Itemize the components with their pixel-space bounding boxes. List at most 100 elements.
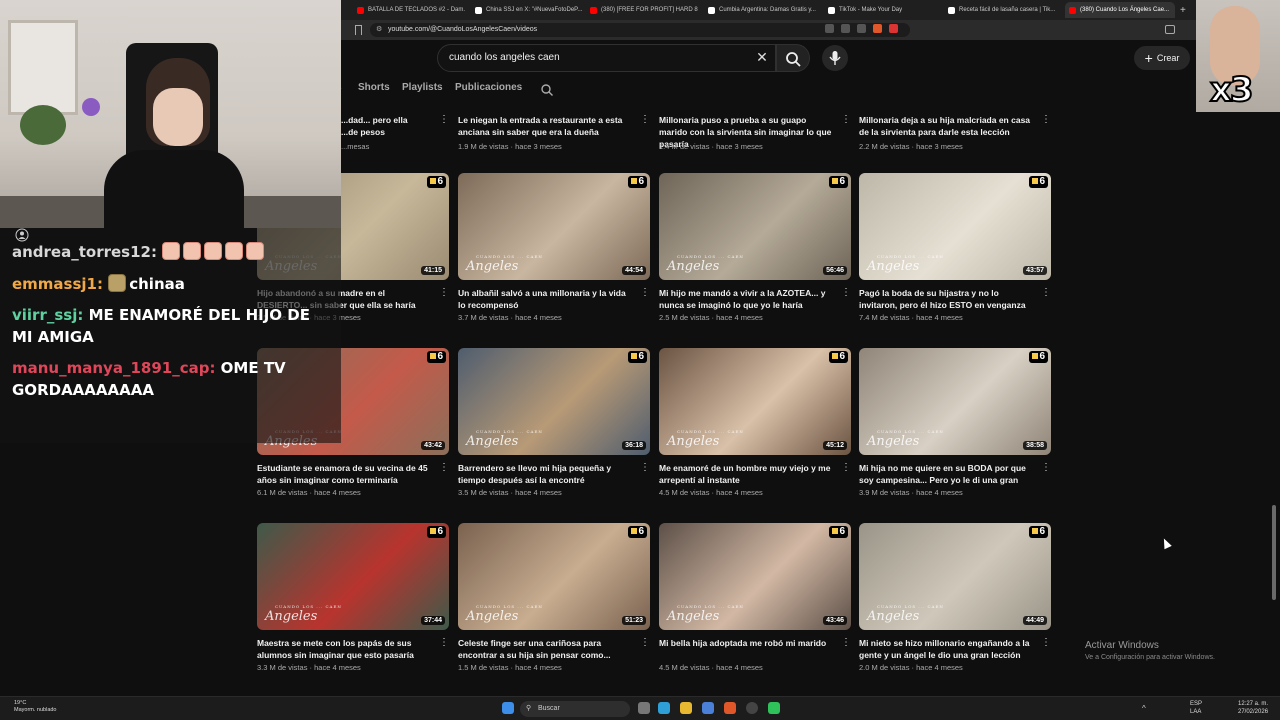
video-title[interactable]: Celeste finge ser una cariñosa para enco… xyxy=(458,637,634,661)
voice-search-button[interactable] xyxy=(822,45,848,71)
windows-start-icon[interactable] xyxy=(502,702,514,714)
browser-tab[interactable]: (380) [FREE FOR PROFIT] HARD 8... xyxy=(590,2,698,18)
video-card[interactable]: CUANDO LOS ... CAEN Angeles 6 45:12 Me enamo… xyxy=(659,348,851,498)
video-thumbnail[interactable]: CUANDO LOS ... CAEN Angeles 6 56:46 xyxy=(659,173,851,280)
video-card[interactable]: CUANDO LOS ... CAEN Angeles 6 43:46 Mi bella… xyxy=(659,523,851,673)
video-card[interactable]: CUANDO LOS ... CAEN Angeles 6 44:54 Un albañ… xyxy=(458,173,650,323)
browser-tab[interactable]: Cumbia Argentina: Damas Gratis y... xyxy=(708,2,816,18)
video-card[interactable]: CUANDO LOS ... CAEN Angeles 6 44:49 Mi nieto… xyxy=(859,523,1051,673)
video-menu-icon[interactable]: ⋮ xyxy=(841,287,851,299)
video-title[interactable]: Barrendero se llevo mi hija pequeña y ti… xyxy=(458,462,634,486)
clear-search-icon[interactable]: ✕ xyxy=(754,48,770,66)
chat-username[interactable]: manu_manya_1891_cap: xyxy=(12,359,215,377)
badge-count: 6 xyxy=(437,526,443,537)
video-menu-icon[interactable]: ⋮ xyxy=(640,637,650,649)
video-card[interactable]: CUANDO LOS ... CAEN Angeles 6 36:18 Barrende… xyxy=(458,348,650,498)
video-card[interactable]: CUANDO LOS ... CAEN Angeles 6 51:23 Celeste … xyxy=(458,523,650,673)
chat-username[interactable]: emmassj1: xyxy=(12,275,103,293)
video-card[interactable]: CUANDO LOS ... CAEN Angeles 6 38:58 Mi hija … xyxy=(859,348,1051,498)
browser-tab[interactable]: Receta fácil de lasaña casera | Tik... xyxy=(948,2,1056,18)
tray-chevron-icon[interactable]: ^ xyxy=(1142,704,1146,713)
tab-shorts[interactable]: Shorts xyxy=(358,82,390,93)
video-menu-icon[interactable]: ⋮ xyxy=(841,114,851,125)
chat-username[interactable]: viirr_ssj: xyxy=(12,306,83,324)
zoom-icon[interactable] xyxy=(825,24,834,33)
taskbar-clock[interactable]: 12:27 a. m. 27/02/2026 xyxy=(1238,700,1268,716)
video-card[interactable]: CUANDO LOS ... CAEN Angeles 6 43:57 Pagó la … xyxy=(859,173,1051,323)
video-menu-icon[interactable]: ⋮ xyxy=(1041,287,1051,299)
video-thumbnail[interactable]: CUANDO LOS ... CAEN Angeles 6 45:12 xyxy=(659,348,851,455)
video-duration: 44:49 xyxy=(1023,616,1047,625)
store-icon[interactable] xyxy=(702,702,714,714)
video-title[interactable]: Un albañil salvó a una millonaria y la v… xyxy=(458,287,634,311)
video-menu-icon[interactable]: ⋮ xyxy=(1041,462,1051,474)
screenshot-icon[interactable] xyxy=(841,24,850,33)
video-thumbnail[interactable]: CUANDO LOS ... CAEN Angeles 6 38:58 xyxy=(859,348,1051,455)
badge-icon xyxy=(832,178,839,184)
obs-icon[interactable] xyxy=(746,702,758,714)
create-button[interactable]: + Crear xyxy=(1134,46,1190,70)
brave-shield-icon[interactable] xyxy=(873,24,882,33)
video-thumbnail[interactable]: CUANDO LOS ... CAEN Angeles 6 51:23 xyxy=(458,523,650,630)
browser-tab[interactable]: BATALLA DE TECLADOS #2 - Dam... xyxy=(357,2,465,18)
video-card[interactable]: CUANDO LOS ... CAEN Angeles 6 37:44 Maestra … xyxy=(257,523,449,673)
video-menu-icon[interactable]: ⋮ xyxy=(640,114,650,125)
taskbar-app-icon[interactable] xyxy=(680,702,692,714)
tab-publicaciones[interactable]: Publicaciones xyxy=(455,82,522,93)
taskbar-green-app-icon[interactable] xyxy=(768,702,780,714)
tab-favicon-icon xyxy=(590,6,597,14)
chapter-badge: 6 xyxy=(1029,176,1048,188)
rewards-icon[interactable] xyxy=(889,24,898,33)
taskbar-search[interactable]: ⚲ Buscar xyxy=(520,701,630,717)
video-menu-icon[interactable]: ⋮ xyxy=(640,287,650,299)
video-title[interactable]: Le niegan la entrada a restaurante a est… xyxy=(458,114,634,138)
video-menu-icon[interactable]: ⋮ xyxy=(1041,637,1051,649)
chapter-badge: 6 xyxy=(628,526,647,538)
share-icon[interactable] xyxy=(857,24,866,33)
video-thumbnail[interactable]: CUANDO LOS ... CAEN Angeles 6 44:54 xyxy=(458,173,650,280)
video-menu-icon[interactable]: ⋮ xyxy=(841,637,851,649)
new-tab-button[interactable]: + xyxy=(1180,2,1186,18)
chat-username[interactable]: andrea_torres12: xyxy=(12,243,157,261)
video-menu-icon[interactable]: ⋮ xyxy=(439,287,449,299)
video-title[interactable]: Millonaria deja a su hija malcriada en c… xyxy=(859,114,1035,138)
video-thumbnail[interactable]: CUANDO LOS ... CAEN Angeles 6 36:18 xyxy=(458,348,650,455)
streamer-body xyxy=(104,150,244,228)
video-thumbnail[interactable]: CUANDO LOS ... CAEN Angeles 6 43:46 xyxy=(659,523,851,630)
video-title[interactable]: Mi hijo me mandó a vivir a la AZOTEA... … xyxy=(659,287,835,311)
video-menu-icon[interactable]: ⋮ xyxy=(439,462,449,474)
task-view-icon[interactable] xyxy=(638,702,650,714)
video-title[interactable]: Pagó la boda de su hijastra y no lo invi… xyxy=(859,287,1035,311)
video-title[interactable]: Estudiante se enamora de su vecina de 45… xyxy=(257,462,433,486)
edge-icon[interactable] xyxy=(658,702,670,714)
video-menu-icon[interactable]: ⋮ xyxy=(439,637,449,649)
tab-playlists[interactable]: Playlists xyxy=(402,82,443,93)
channel-search-icon[interactable] xyxy=(540,83,554,97)
video-thumbnail[interactable]: CUANDO LOS ... CAEN Angeles 6 37:44 xyxy=(257,523,449,630)
browser-tab[interactable]: (380) Cuando Los Ángeles Cae...× xyxy=(1065,2,1175,18)
create-label: Crear xyxy=(1156,53,1180,63)
video-title[interactable]: Me enamoré de un hombre muy viejo y me a… xyxy=(659,462,835,486)
video-title[interactable]: Mi bella hija adoptada me robó mi marido xyxy=(659,637,835,649)
bookmark-icon[interactable] xyxy=(355,25,362,35)
video-menu-icon[interactable]: ⋮ xyxy=(841,462,851,474)
video-menu-icon[interactable]: ⋮ xyxy=(640,462,650,474)
search-button[interactable] xyxy=(776,44,810,72)
page-scrollbar[interactable] xyxy=(1272,505,1276,600)
site-info-icon[interactable]: ⚙ xyxy=(376,23,382,37)
video-title[interactable]: Mi nieto se hizo millonario engañando a … xyxy=(859,637,1035,661)
brave-icon[interactable] xyxy=(724,702,736,714)
search-input[interactable]: cuando los angeles caen xyxy=(437,44,776,72)
video-menu-icon[interactable]: ⋮ xyxy=(439,114,449,125)
video-thumbnail[interactable]: CUANDO LOS ... CAEN Angeles 6 44:49 xyxy=(859,523,1051,630)
video-title[interactable]: Maestra se mete con los papás de sus alu… xyxy=(257,637,433,661)
video-thumbnail[interactable]: CUANDO LOS ... CAEN Angeles 6 43:57 xyxy=(859,173,1051,280)
sidebar-toggle-icon[interactable] xyxy=(1165,25,1175,34)
video-card[interactable]: CUANDO LOS ... CAEN Angeles 6 56:46 Mi hijo … xyxy=(659,173,851,323)
video-menu-icon[interactable]: ⋮ xyxy=(1041,114,1051,125)
browser-tab[interactable]: TikTok - Make Your Day xyxy=(828,2,936,18)
video-title[interactable]: Mi hija no me quiere en su BODA por que … xyxy=(859,462,1035,486)
language-indicator[interactable]: ESP LAA xyxy=(1190,700,1202,716)
weather-widget[interactable]: 19°C Mayorm. nublado xyxy=(14,700,57,714)
browser-tab[interactable]: China SSJ en X: "#NuevaFotoDeP... xyxy=(475,2,583,18)
